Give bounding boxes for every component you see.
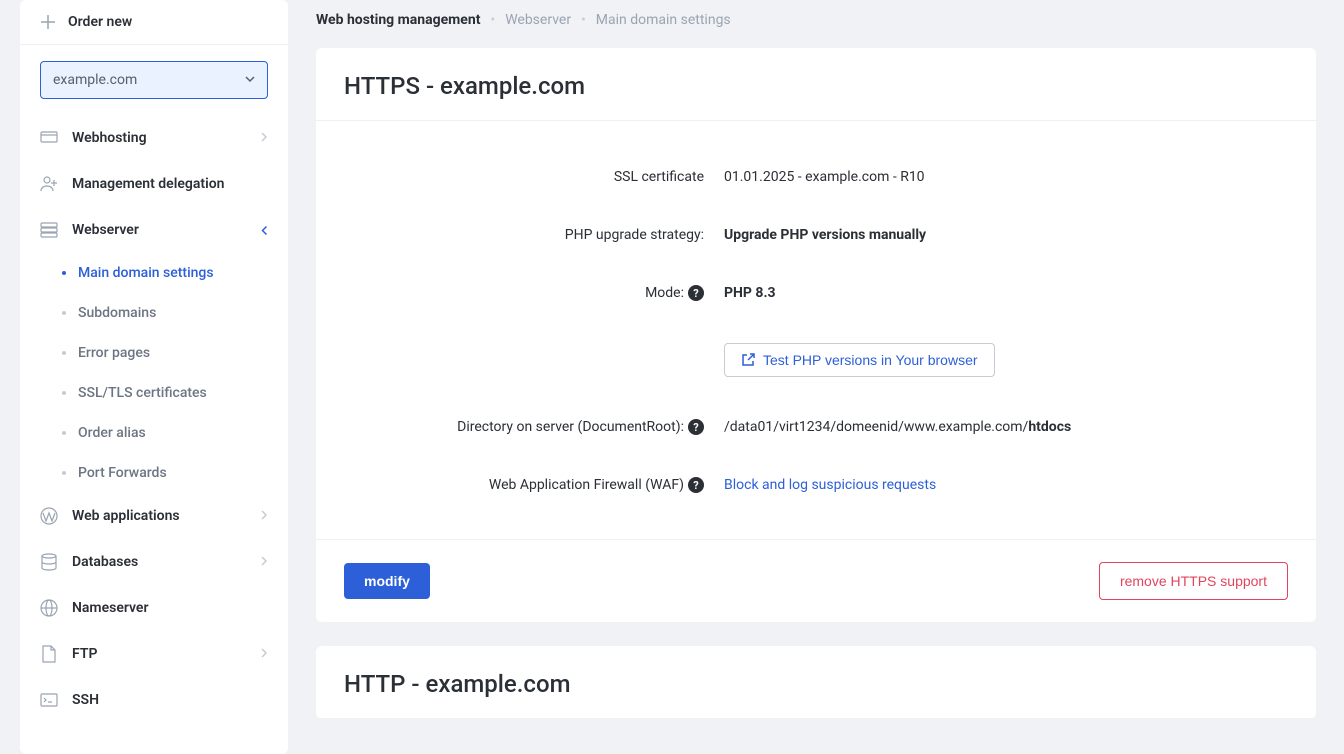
database-icon — [40, 553, 58, 571]
webhosting-icon — [40, 129, 58, 147]
bullet-icon — [62, 271, 66, 275]
sub-item-order-alias[interactable]: Order alias — [20, 413, 288, 453]
row-value: /data01/virt1234/domeenid/www.example.co… — [724, 419, 1071, 435]
nav-item-webhosting[interactable]: Webhosting — [20, 115, 288, 161]
modify-button[interactable]: modify — [344, 563, 430, 599]
card-title: HTTPS - example.com — [316, 48, 1316, 121]
nav-item-label: SSH — [72, 692, 268, 708]
nav-item-ssh[interactable]: SSH — [20, 677, 288, 723]
sub-item-ssl-tls-certificates[interactable]: SSL/TLS certificates — [20, 373, 288, 413]
nav-item-management-delegation[interactable]: Management delegation — [20, 161, 288, 207]
test-php-button[interactable]: Test PHP versions in Your browser — [724, 343, 995, 377]
row-label: SSL certificate — [344, 169, 724, 185]
sub-item-label: Subdomains — [78, 305, 156, 321]
external-link-icon — [741, 353, 755, 367]
sub-item-label: Port Forwards — [78, 465, 167, 481]
row-label: Mode: ? — [344, 285, 724, 301]
domain-select[interactable]: example.com — [40, 61, 268, 99]
remove-https-button[interactable]: remove HTTPS support — [1099, 562, 1288, 600]
bullet-icon — [62, 391, 66, 395]
nav-item-web-applications[interactable]: Web applications — [20, 493, 288, 539]
sidebar: Order new example.com Webhosting — [20, 0, 288, 754]
nav-item-label: Databases — [72, 554, 246, 570]
order-new-label: Order new — [68, 14, 132, 30]
http-card: HTTP - example.com — [316, 646, 1316, 719]
help-icon[interactable]: ? — [688, 477, 704, 493]
row-label: Directory on server (DocumentRoot): ? — [344, 419, 724, 435]
person-plus-icon — [40, 175, 58, 193]
bullet-icon — [62, 471, 66, 475]
row-mode: Mode: ? PHP 8.3 — [344, 285, 1288, 301]
order-new-button[interactable]: Order new — [20, 0, 288, 45]
row-label: Web Application Firewall (WAF) ? — [344, 477, 724, 493]
wordpress-icon — [40, 507, 58, 525]
sub-item-label: Main domain settings — [78, 265, 214, 281]
sub-item-label: Error pages — [78, 345, 150, 361]
nav-item-label: Webhosting — [72, 130, 246, 146]
breadcrumb: Web hosting management • Webserver • Mai… — [316, 0, 1316, 48]
help-icon[interactable]: ? — [688, 419, 704, 435]
domain-select-value: example.com — [53, 72, 137, 88]
nav-item-databases[interactable]: Databases — [20, 539, 288, 585]
button-label: Test PHP versions in Your browser — [763, 352, 978, 368]
sub-item-subdomains[interactable]: Subdomains — [20, 293, 288, 333]
chevron-down-icon — [258, 225, 269, 235]
row-value: PHP 8.3 — [724, 285, 776, 301]
terminal-icon — [40, 691, 58, 709]
dns-icon — [40, 599, 58, 617]
card-body: SSL certificate 01.01.2025 - example.com… — [316, 121, 1316, 539]
bullet-icon — [62, 431, 66, 435]
sub-item-label: Order alias — [78, 425, 146, 441]
breadcrumb-leaf[interactable]: Main domain settings — [596, 12, 731, 28]
waf-link[interactable]: Block and log suspicious requests — [724, 477, 936, 493]
nav-item-label: Nameserver — [72, 600, 268, 616]
chevron-right-icon — [260, 132, 268, 145]
row-waf: Web Application Firewall (WAF) ? Block a… — [344, 477, 1288, 493]
sub-item-label: SSL/TLS certificates — [78, 385, 207, 401]
nav-item-ftp[interactable]: FTP — [20, 631, 288, 677]
nav-item-label: Web applications — [72, 508, 246, 524]
file-icon — [40, 645, 58, 663]
chevron-right-icon — [260, 556, 268, 569]
nav-item-label: FTP — [72, 646, 246, 662]
breadcrumb-sep: • — [581, 12, 586, 28]
sub-item-error-pages[interactable]: Error pages — [20, 333, 288, 373]
row-docroot: Directory on server (DocumentRoot): ? /d… — [344, 419, 1288, 435]
sub-item-port-forwards[interactable]: Port Forwards — [20, 453, 288, 493]
nav-list: Webhosting Management delegation Webserv… — [20, 115, 288, 723]
nav-item-webserver[interactable]: Webserver — [20, 207, 288, 253]
row-label: PHP upgrade strategy: — [344, 227, 724, 243]
nav-item-label: Management delegation — [72, 176, 268, 192]
sub-item-main-domain-settings[interactable]: Main domain settings — [20, 253, 288, 293]
breadcrumb-sep: • — [490, 12, 495, 28]
help-icon[interactable]: ? — [688, 285, 704, 301]
row-value: Upgrade PHP versions manually — [724, 227, 926, 243]
https-card: HTTPS - example.com SSL certificate 01.0… — [316, 48, 1316, 622]
chevron-down-icon — [245, 74, 255, 87]
card-footer: modify remove HTTPS support — [316, 539, 1316, 622]
row-ssl: SSL certificate 01.01.2025 - example.com… — [344, 169, 1288, 185]
plus-icon — [40, 14, 56, 30]
bullet-icon — [62, 311, 66, 315]
bullet-icon — [62, 351, 66, 355]
server-icon — [40, 221, 58, 239]
breadcrumb-root[interactable]: Web hosting management — [316, 12, 480, 28]
row-php-strategy: PHP upgrade strategy: Upgrade PHP versio… — [344, 227, 1288, 243]
breadcrumb-mid[interactable]: Webserver — [505, 12, 571, 28]
main-content: Web hosting management • Webserver • Mai… — [288, 0, 1344, 754]
row-value: 01.01.2025 - example.com - R10 — [724, 169, 925, 185]
row-test-php: Test PHP versions in Your browser — [344, 343, 1288, 377]
chevron-right-icon — [260, 510, 268, 523]
nav-item-label: Webserver — [72, 222, 244, 238]
card-title: HTTP - example.com — [316, 646, 1316, 719]
nav-item-nameserver[interactable]: Nameserver — [20, 585, 288, 631]
nav-sublist-webserver: Main domain settings Subdomains Error pa… — [20, 253, 288, 493]
chevron-right-icon — [260, 648, 268, 661]
